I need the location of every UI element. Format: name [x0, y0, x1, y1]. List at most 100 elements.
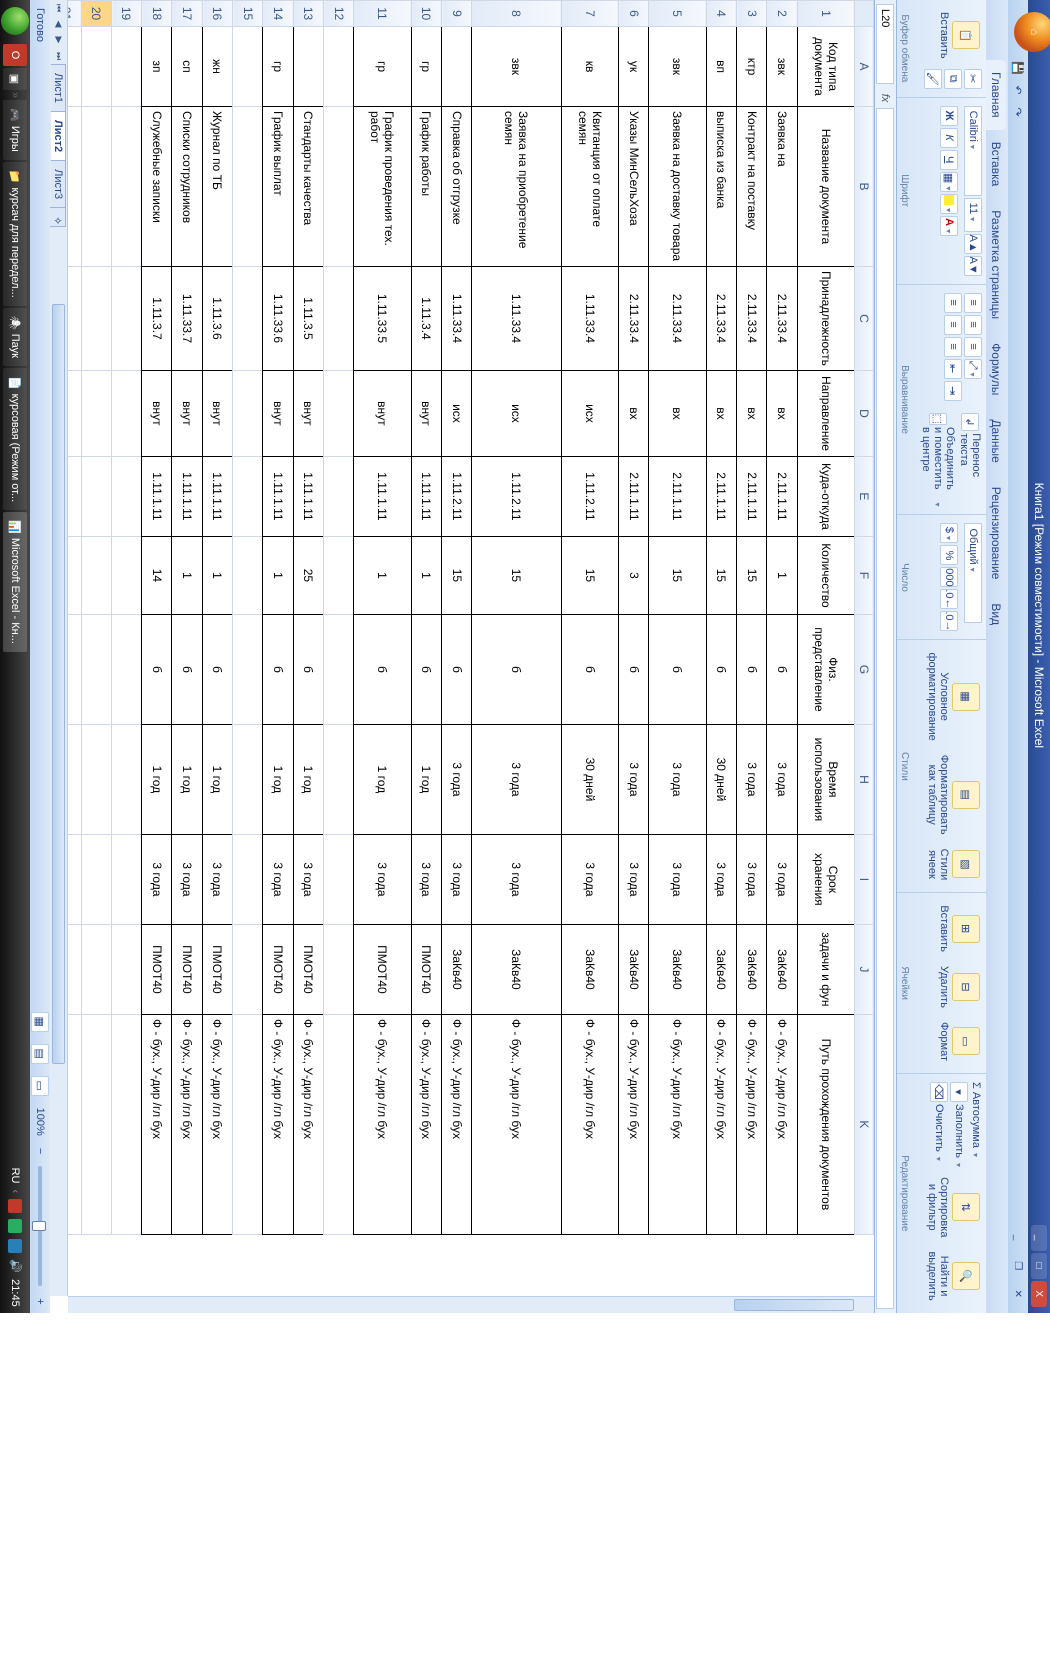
cell-I4[interactable]: 3 года [706, 834, 736, 924]
cell-C8[interactable]: 1.11.33.4 [472, 267, 561, 371]
cell-E19[interactable] [111, 456, 141, 536]
cell-A16[interactable]: жн [202, 27, 232, 107]
cell-A2[interactable]: звк [767, 27, 797, 107]
tab-view[interactable]: Вид [986, 591, 1006, 637]
cell-A12[interactable] [323, 27, 353, 107]
cell-J7[interactable]: ЗаКв40 [561, 924, 618, 1014]
cell-B10[interactable]: График работы [411, 107, 441, 267]
row-header-12[interactable]: 12 [323, 1, 353, 27]
cell-A7[interactable]: кв [561, 27, 618, 107]
cell-B18[interactable]: Служебные записки [142, 107, 172, 267]
cell-E10[interactable]: 1.11.1.11 [411, 456, 441, 536]
cell-F10[interactable]: 1 [411, 536, 441, 614]
col-header-G[interactable]: G [855, 614, 874, 724]
cell-I11[interactable]: 3 года [354, 834, 411, 924]
tray-lang[interactable]: RU [9, 1168, 21, 1184]
inc-decimal-button[interactable]: .0← [940, 589, 958, 609]
cell-D7[interactable]: исх [561, 370, 618, 456]
row-header-5[interactable]: 5 [649, 1, 706, 27]
cell-E16[interactable]: 1.11.1.11 [202, 456, 232, 536]
cell-A10[interactable]: гр [411, 27, 441, 107]
app-maximize-button[interactable]: □ [1031, 1253, 1047, 1279]
cell-H16[interactable]: 1 год [202, 724, 232, 834]
cell-G7[interactable]: б [561, 614, 618, 724]
indent-inc-button[interactable]: ⇥ [944, 381, 962, 401]
cell-A18[interactable]: зп [142, 27, 172, 107]
copy-button[interactable]: ⧉ [944, 69, 962, 89]
cell-H3[interactable]: 3 года [736, 724, 766, 834]
row-header-13[interactable]: 13 [293, 1, 323, 27]
sheet-tab-3[interactable]: Лист3 [51, 160, 66, 208]
cell-J10[interactable]: ПМОТ40 [411, 924, 441, 1014]
row-header-8[interactable]: 8 [472, 1, 561, 27]
cell-K12[interactable] [323, 1014, 353, 1234]
sheet-nav-prev[interactable]: ◀ [53, 16, 64, 32]
align-left-button[interactable]: ≡ [944, 293, 962, 313]
cell-E5[interactable]: 2.11.1.11 [649, 456, 706, 536]
taskbar-item[interactable]: 🎮Игры [3, 100, 27, 160]
cell-G13[interactable]: б [293, 614, 323, 724]
cell-D15[interactable] [233, 370, 263, 456]
qat-save-icon[interactable]: 💾 [1010, 60, 1026, 76]
office-button[interactable]: ⌂ [1014, 12, 1050, 52]
header-cell[interactable]: Путь прохождения документов [797, 1014, 854, 1234]
cell-B16[interactable]: Журнал по ТБ [202, 107, 232, 267]
cell-I2[interactable]: 3 года [767, 834, 797, 924]
doc-minimize-button[interactable]: _ [1010, 1225, 1026, 1251]
cell-F7[interactable]: 15 [561, 536, 618, 614]
sheet-nav-first[interactable]: ⏮ [53, 0, 64, 16]
cell-C5[interactable]: 2.11.33.4 [649, 267, 706, 371]
bold-button[interactable]: Ж [940, 106, 958, 126]
cell-F20[interactable] [81, 536, 111, 614]
sheet-tab-2[interactable]: Лист2 [51, 111, 66, 161]
cell-C7[interactable]: 1.11.33.4 [561, 267, 618, 371]
cell-H15[interactable] [233, 724, 263, 834]
cell-H4[interactable]: 30 дней [706, 724, 736, 834]
formula-input[interactable] [877, 108, 895, 1309]
tray-volume-icon[interactable]: 🔊 [8, 1259, 22, 1273]
align-right-button[interactable]: ≡ [944, 337, 962, 357]
doc-restore-button[interactable]: ❐ [1010, 1253, 1026, 1279]
cell-B6[interactable]: Указы МинСельХоза [618, 107, 648, 267]
cell-F16[interactable]: 1 [202, 536, 232, 614]
view-layout-button[interactable]: ▤ [31, 1044, 49, 1064]
cell-A17[interactable]: сп [172, 27, 202, 107]
cell-I3[interactable]: 3 года [736, 834, 766, 924]
app-minimize-button[interactable]: _ [1031, 1225, 1047, 1251]
find-select-button[interactable]: 🔍Найти и выделить [924, 1247, 982, 1304]
cell-I12[interactable] [323, 834, 353, 924]
cell-B8[interactable]: Заявка на приобретение семян [472, 107, 561, 267]
cell-H11[interactable]: 1 год [354, 724, 411, 834]
cell-D8[interactable]: исх [472, 370, 561, 456]
col-header-H[interactable]: H [855, 724, 874, 834]
vertical-scrollbar[interactable] [68, 1296, 874, 1313]
tray-icon[interactable] [8, 1239, 22, 1253]
cell-F13[interactable]: 25 [293, 536, 323, 614]
header-cell[interactable]: Направление [797, 370, 854, 456]
header-cell[interactable]: Куда-откуда [797, 456, 854, 536]
tray-clock[interactable]: 21:45 [9, 1279, 21, 1307]
row-header-18[interactable]: 18 [142, 1, 172, 27]
cell-A15[interactable] [233, 27, 263, 107]
cell-C16[interactable]: 1.11.3.6 [202, 267, 232, 371]
fill-button[interactable]: ▾Заполнить [950, 1082, 968, 1167]
cell-C4[interactable]: 2.11.33.4 [706, 267, 736, 371]
cell-I19[interactable] [111, 834, 141, 924]
paste-button[interactable]: 📋 Вставить [936, 8, 982, 63]
cell-A9[interactable] [441, 27, 471, 107]
cell-J12[interactable] [323, 924, 353, 1014]
cell-K7[interactable]: Ф - бух., У-дир /гл бух [561, 1014, 618, 1234]
cell-A5[interactable]: звк [649, 27, 706, 107]
cell-G17[interactable]: б [172, 614, 202, 724]
cell-C14[interactable]: 1.11.33.6 [263, 267, 293, 371]
cell-G10[interactable]: б [411, 614, 441, 724]
cell-D16[interactable]: внут [202, 370, 232, 456]
zoom-slider[interactable] [38, 1166, 42, 1286]
cell-G8[interactable]: б [472, 614, 561, 724]
cell-K6[interactable]: Ф - бух., У-дир /гл бух [618, 1014, 648, 1234]
cell-E11[interactable]: 1.11.1.11 [354, 456, 411, 536]
cell-D14[interactable]: внут [263, 370, 293, 456]
cell-E9[interactable]: 1.11.2.11 [441, 456, 471, 536]
tray-icon[interactable] [8, 1219, 22, 1233]
cell-G9[interactable]: б [441, 614, 471, 724]
